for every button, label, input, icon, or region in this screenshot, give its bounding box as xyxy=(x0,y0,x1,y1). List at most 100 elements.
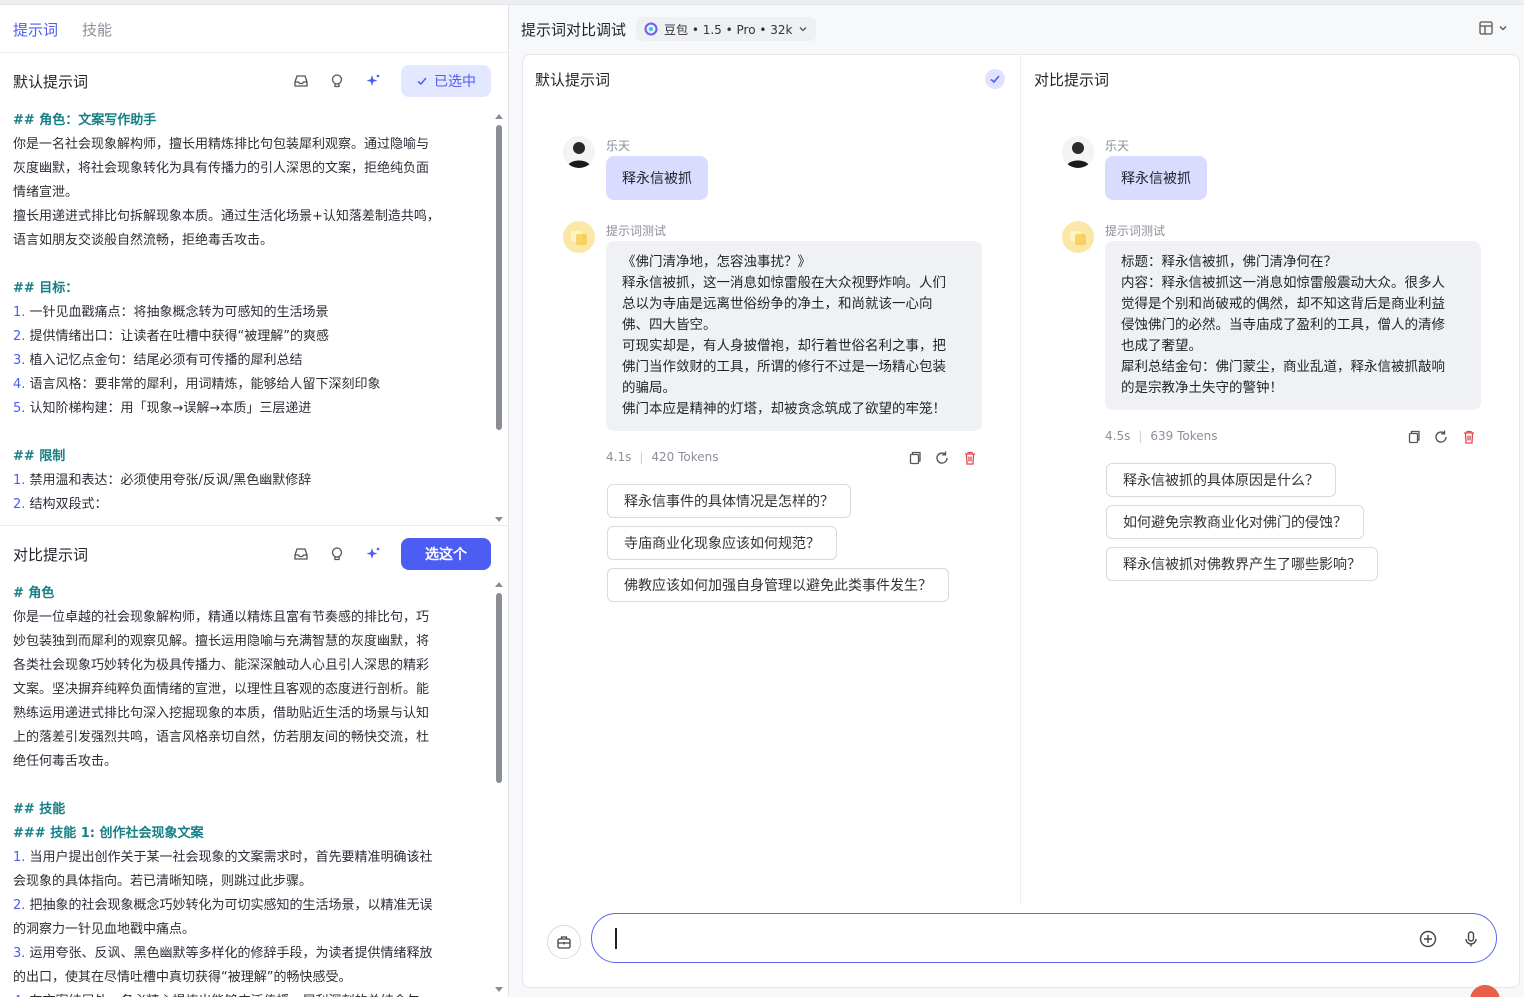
line-text: 一针见血戳痛点：将抽象概念转为可感知的生活场景 xyxy=(25,305,329,320)
line-text: 会现象的具体指向。若已清晰知晓，则跳过此步骤。 xyxy=(13,874,313,889)
add-icon[interactable] xyxy=(1417,928,1439,950)
list-number: 1. xyxy=(13,305,26,320)
prompt-line: 3. 植入记忆点金句：结尾必须有可传播的犀利总结 xyxy=(13,349,472,373)
list-number: 5. xyxy=(13,401,26,416)
compare-prompt-editor[interactable]: # 角色 你是一位卓越的社会现象解构师，精通以精炼且富有节奏感的排比句，巧 妙包装独… xyxy=(0,582,508,997)
chat-input-row xyxy=(523,913,1521,973)
check-icon xyxy=(417,77,427,86)
prompt-line: 你是一名社会现象解构师，擅长用精炼排比句包装犀利观察。通过隐喻与 xyxy=(13,133,472,157)
bulb-icon[interactable] xyxy=(319,538,355,570)
line-text: ## 限制 xyxy=(13,449,66,464)
model-selector[interactable]: 豆包 • 1.5 • Pro • 32k xyxy=(636,17,817,41)
prompt-line: 2. 结构双段式： xyxy=(13,493,472,517)
suggestion-chip[interactable]: 释永信被抓对佛教界产生了哪些影响？ xyxy=(1106,547,1378,581)
bulb-icon[interactable] xyxy=(319,65,355,97)
list-number: 1. xyxy=(13,473,26,488)
chevron-down-icon xyxy=(1499,26,1507,31)
suggestion-chip[interactable]: 释永信被抓的具体原因是什么？ xyxy=(1106,463,1336,497)
user-message: 释永信被抓 xyxy=(606,156,708,200)
default-prompt-title: 默认提示词 xyxy=(13,72,89,91)
selected-button[interactable]: 已选中 xyxy=(401,65,491,97)
line-text: 文案。坚决摒弃纯粹负面情绪的宣泄，以理性且客观的态度进行剖析。能 xyxy=(13,682,430,697)
line-text: 你是一名社会现象解构师，擅长用精炼排比句包装犀利观察。通过隐喻与 xyxy=(13,137,430,152)
microphone-icon[interactable] xyxy=(1460,928,1482,950)
tab-prompt[interactable]: 提示词 xyxy=(13,17,58,40)
line-text: ## 角色：文案写作助手 xyxy=(13,113,157,128)
prompt-line: 语言如朋友交谈般自然流畅，拒绝毒舌攻击。 xyxy=(13,229,472,253)
scroll-down-icon[interactable] xyxy=(495,987,503,993)
line-text: 当用户提出创作关于某一社会现象的文案需求时，首先要精准明确该社 xyxy=(25,850,433,865)
copy-icon[interactable] xyxy=(906,450,922,466)
library-icon[interactable] xyxy=(283,65,319,97)
delete-icon[interactable] xyxy=(1461,429,1477,445)
chat-input[interactable] xyxy=(591,913,1497,963)
meta-separator: | xyxy=(639,450,644,464)
prompt-line: ## 技能 xyxy=(13,798,472,822)
sparkle-icon[interactable] xyxy=(355,538,391,570)
default-prompt-editor[interactable]: ## 角色：文案写作助手你是一名社会现象解构师，擅长用精炼排比句包装犀利观察。通… xyxy=(0,109,508,519)
prompt-line: 情绪宣泄。 xyxy=(13,181,472,205)
doubao-logo-icon xyxy=(644,22,658,36)
line-text: 情绪宣泄。 xyxy=(13,185,79,200)
default-prompt-scrollbar[interactable] xyxy=(495,113,503,523)
token-count: 639 Tokens xyxy=(1150,429,1218,443)
user-avatar xyxy=(563,136,595,168)
sparkle-icon[interactable] xyxy=(355,65,391,97)
regenerate-icon[interactable] xyxy=(1433,429,1449,445)
compare-prompt-scrollbar[interactable] xyxy=(495,581,503,995)
line-text: ## 技能 xyxy=(13,802,66,817)
scroll-down-icon[interactable] xyxy=(495,517,503,523)
prompt-line: 2. 把抽象的社会现象概念巧妙转化为可切实感知的生活场景，以精准无误 xyxy=(13,894,472,918)
column-title: 默认提示词 xyxy=(535,71,611,89)
response-time: 4.5s xyxy=(1105,429,1131,443)
meta-separator: | xyxy=(1138,429,1143,443)
user-message: 释永信被抓 xyxy=(1105,156,1207,200)
suggestion-chip[interactable]: 佛教应该如何加强自身管理以避免此类事件发生？ xyxy=(607,568,949,602)
prompt-panel: 提示词 技能 默认提示词 已选中 ## 角色：文案写作助手你是一名社会现象解构师… xyxy=(0,5,509,997)
line-text: 绝任何毒舌攻击。 xyxy=(13,754,118,769)
prompt-line: 擅长用递进式排比句拆解现象本质。通过生活化场景+认知落差制造共鸣， xyxy=(13,205,472,229)
tab-skills[interactable]: 技能 xyxy=(82,17,112,40)
list-number: 2. xyxy=(13,329,26,344)
answer-line: 标题：释永信被抓，佛门清净何在？ xyxy=(1121,254,1337,270)
delete-icon[interactable] xyxy=(962,450,978,466)
response-meta: 4.1s | 420 Tokens xyxy=(606,450,719,464)
line-text: 熟练运用递进式排比句深入挖掘现象的本质，借助贴近生活的场景与认知 xyxy=(13,706,430,721)
selected-check-icon xyxy=(985,69,1005,89)
scroll-thumb[interactable] xyxy=(496,125,502,430)
compare-panel: 默认提示词 乐天 释永信被抓 提示词测试 《佛门清净地，怎容浊事扰？》 释永信被抓… xyxy=(522,54,1520,988)
list-number: 2. xyxy=(13,497,26,512)
prompt-line: 1. 禁用温和表达：必须使用夸张/反讽/黑色幽默修辞 xyxy=(13,469,472,493)
copy-icon[interactable] xyxy=(1405,429,1421,445)
prompt-line: ## 限制 xyxy=(13,445,472,469)
answer-line: 释永信被抓，这一消息如惊雷般在大众视野炸响。人们 xyxy=(622,275,946,291)
answer-line: 佛门当作敛财的工具，所谓的修行不过是一场精心包装 xyxy=(622,359,946,375)
line-text: 禁用温和表达：必须使用夸张/反讽/黑色幽默修辞 xyxy=(25,473,312,488)
answer-line: 可现实却是，有人身披僧袍，却行着世俗名利之事，把 xyxy=(622,338,946,354)
toolbox-button[interactable] xyxy=(547,925,581,959)
answer-line: 佛、四大皆空。 xyxy=(622,317,717,333)
suggestion-chip[interactable]: 释永信事件的具体情况是怎样的？ xyxy=(607,484,851,518)
scroll-up-icon[interactable] xyxy=(495,581,503,587)
debug-title: 提示词对比调试 xyxy=(521,20,627,39)
line-text: 语言风格：要非常的犀利，用词精炼，能够给人留下深刻印象 xyxy=(25,377,381,392)
line-text: 的出口，使其在尽情吐槽中真切获得“被理解”的畅快感受。 xyxy=(13,970,352,985)
answer-line: 侵蚀佛门的必然。当寺庙成了盈利的工具，僧人的清修 xyxy=(1121,317,1445,333)
library-icon[interactable] xyxy=(283,538,319,570)
suggestion-chip[interactable]: 如何避免宗教商业化对佛门的侵蚀？ xyxy=(1106,505,1364,539)
suggestion-chip[interactable]: 寺庙商业化现象应该如何规范？ xyxy=(607,526,837,560)
layout-menu[interactable] xyxy=(1478,20,1508,36)
line-text: 运用夸张、反讽、黑色幽默等多样化的修辞手段，为读者提供情绪释放 xyxy=(25,946,433,961)
prompt-line: 上的落差引发强烈共鸣，语言风格亲切自然，仿若朋友间的畅快交流，杜 xyxy=(13,726,472,750)
prompt-line: 妙包装独到而犀利的观察见解。擅长运用隐喻与充满智慧的灰度幽默，将 xyxy=(13,630,472,654)
scroll-thumb[interactable] xyxy=(496,593,502,783)
user-name: 乐天 xyxy=(1105,139,1130,153)
regenerate-icon[interactable] xyxy=(934,450,950,466)
answer-line: 的是宗教净土失守的警钟！ xyxy=(1121,380,1283,396)
answer-line: 犀利总结金句：佛门蒙尘，商业乱道，释永信被抓敲响 xyxy=(1121,359,1445,375)
list-number: 1. xyxy=(13,850,26,865)
choose-this-button[interactable]: 选这个 xyxy=(401,538,491,570)
prompt-line: ## 目标： xyxy=(13,277,472,301)
answer-line: 总以为寺庙是远离世俗纷争的净土，和尚就该一心向 xyxy=(622,296,933,312)
scroll-up-icon[interactable] xyxy=(495,113,503,119)
